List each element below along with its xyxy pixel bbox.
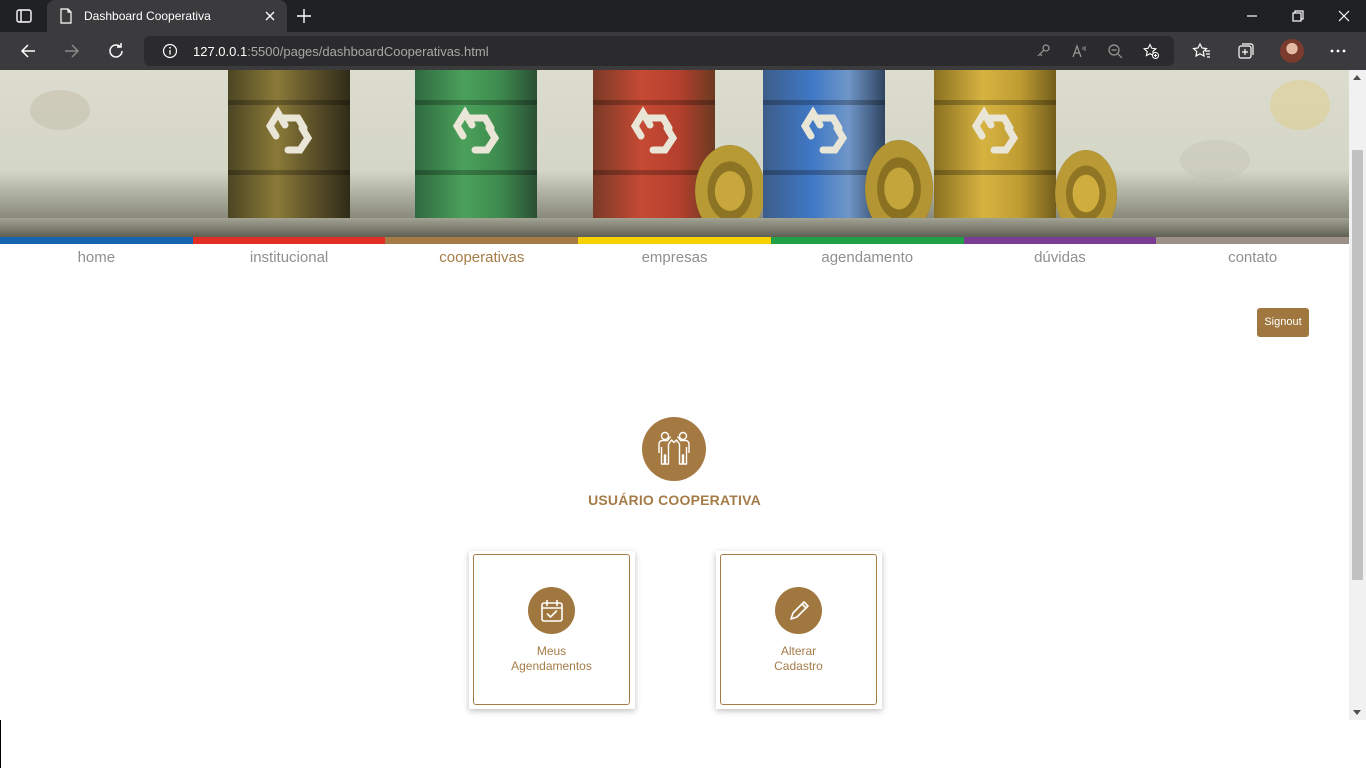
card-label-line2: Cadastro [774, 659, 823, 673]
card-label-line2: Agendamentos [511, 659, 592, 673]
strip-segment [963, 237, 1157, 244]
card-label-line1: Meus [536, 644, 567, 658]
nav-item-duvidas[interactable]: dúvidas [964, 244, 1157, 274]
url-host: 127.0.0.1 [193, 44, 248, 59]
nav-item-cooperativas[interactable]: cooperativas [385, 244, 578, 274]
close-icon[interactable] [262, 8, 278, 24]
key-icon[interactable] [1035, 43, 1051, 59]
address-toolbar: 127.0.0.1:5500/pages/dashboardCooperativ… [0, 32, 1366, 70]
nav-item-home[interactable]: home [0, 244, 193, 274]
desktop-area [0, 720, 1366, 768]
tab-title: Dashboard Cooperativa [84, 9, 211, 23]
url-text: 127.0.0.1:5500/pages/dashboardCooperativ… [193, 44, 489, 59]
pencil-icon [775, 587, 822, 634]
main-nav: home institucional cooperativas empresas age… [0, 244, 1349, 274]
calendar-check-icon [528, 587, 575, 634]
nav-item-institucional[interactable]: institucional [193, 244, 386, 274]
nav-item-contato[interactable]: contato [1156, 244, 1349, 274]
collections-icon[interactable] [1236, 41, 1256, 61]
window-close-icon[interactable] [1334, 6, 1354, 26]
nav-item-empresas[interactable]: empresas [578, 244, 771, 274]
strip-segment [192, 237, 386, 244]
favorites-icon[interactable] [1192, 41, 1212, 61]
scroll-thumb[interactable] [1352, 150, 1363, 580]
page-scrollbar[interactable] [1349, 70, 1366, 720]
browser-tab[interactable]: Dashboard Cooperativa [47, 0, 287, 32]
profile-avatar[interactable] [1280, 39, 1304, 63]
nav-item-agendamento[interactable]: agendamento [771, 244, 964, 274]
scroll-up-icon[interactable] [1353, 75, 1361, 80]
star-add-icon[interactable] [1142, 43, 1159, 59]
zoom-out-icon[interactable] [1107, 43, 1123, 59]
card-alterar-cadastro[interactable]: Alterar Cadastro [716, 551, 882, 709]
strip-segment [578, 237, 771, 244]
card-label: Meus Agendamentos [474, 644, 629, 674]
page-icon [59, 8, 73, 24]
card-label-line1: Alterar [780, 644, 817, 658]
color-strip [0, 237, 1349, 244]
reload-icon[interactable] [106, 41, 126, 61]
plus-icon[interactable] [294, 6, 314, 26]
user-title: USUÁRIO COOPERATIVA [588, 492, 761, 508]
url-path: :5500/pages/dashboardCooperativas.html [247, 44, 489, 59]
address-bar[interactable]: 127.0.0.1:5500/pages/dashboardCooperativ… [144, 36, 1174, 66]
strip-segment [1156, 237, 1349, 244]
page-viewport: home institucional cooperativas empresas age… [0, 70, 1349, 720]
arrow-left-icon[interactable] [18, 41, 38, 61]
card-meus-agendamentos[interactable]: Meus Agendamentos [469, 551, 635, 709]
hero-banner [0, 70, 1349, 237]
strip-segment [0, 237, 193, 244]
arrow-right-icon[interactable] [62, 41, 82, 61]
users-icon [642, 417, 706, 481]
signout-button[interactable]: Signout [1257, 308, 1309, 337]
strip-segment [385, 237, 579, 244]
read-aloud-icon[interactable] [1071, 43, 1087, 59]
info-icon[interactable] [162, 43, 178, 59]
restore-icon[interactable] [1288, 6, 1308, 26]
strip-segment [770, 237, 964, 244]
browser-tab-bar: Dashboard Cooperativa [0, 0, 1366, 32]
minimize-icon[interactable] [1242, 6, 1262, 26]
window-icon[interactable] [12, 6, 36, 26]
scroll-down-icon[interactable] [1353, 710, 1361, 715]
more-icon[interactable] [1328, 41, 1348, 61]
card-label: Alterar Cadastro [721, 644, 876, 674]
